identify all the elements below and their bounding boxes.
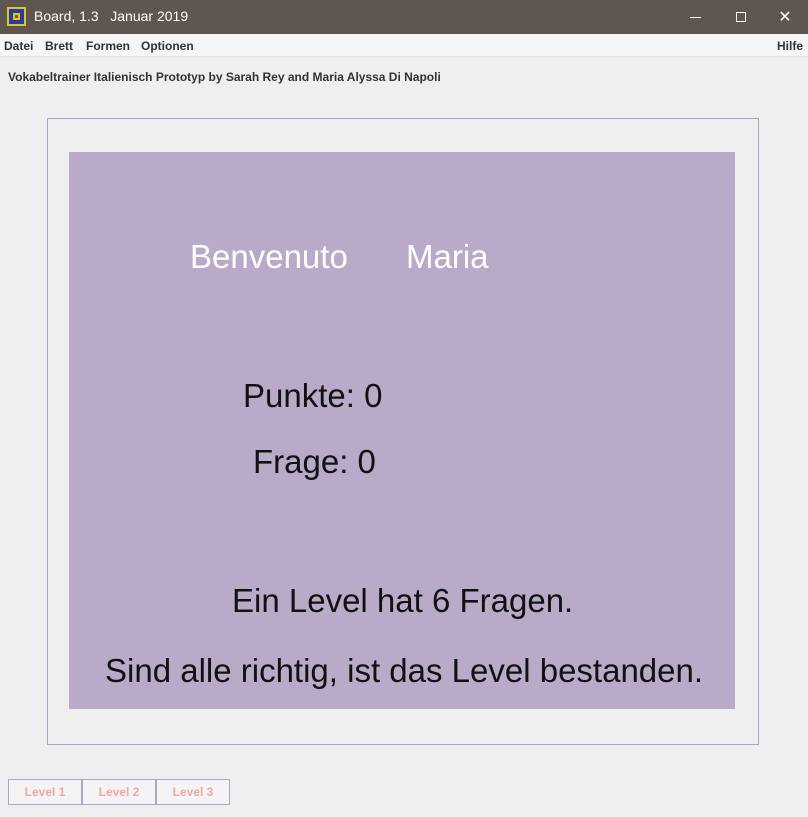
level-2-button[interactable]: Level 2 (82, 779, 156, 805)
board-canvas (69, 152, 735, 709)
menu-optionen[interactable]: Optionen (141, 39, 194, 53)
menu-datei[interactable]: Datei (4, 39, 33, 53)
app-icon-dot (15, 15, 18, 18)
app-subtitle: Vokabeltrainer Italienisch Prototyp by S… (8, 70, 441, 84)
title-bar: Board, 1.3 Januar 2019 ✕ (0, 0, 808, 34)
welcome-user-name: Maria (406, 238, 489, 275)
maximize-button[interactable] (718, 0, 764, 34)
menu-brett[interactable]: Brett (45, 39, 73, 53)
board-app-icon[interactable] (7, 7, 26, 26)
minimize-button[interactable] (672, 0, 718, 34)
close-icon: ✕ (778, 9, 792, 26)
menu-bar: Datei Brett Formen Optionen Hilfe (0, 34, 808, 57)
close-button[interactable]: ✕ (762, 0, 808, 34)
info-level-questions: Ein Level hat 6 Fragen. (232, 582, 574, 619)
maximize-icon (736, 12, 746, 22)
window-title: Board, 1.3 Januar 2019 (34, 8, 189, 24)
level-1-button[interactable]: Level 1 (8, 779, 82, 805)
info-level-passed: Sind alle richtig, ist das Level bestand… (105, 652, 704, 689)
welcome-greeting: Benvenuto (190, 238, 348, 275)
menu-formen[interactable]: Formen (86, 39, 130, 53)
points-label: Punkte: 0 (243, 377, 383, 414)
question-label: Frage: 0 (253, 443, 376, 480)
level-3-button[interactable]: Level 3 (156, 779, 230, 805)
minimize-icon (689, 16, 701, 18)
menu-hilfe[interactable]: Hilfe (777, 39, 803, 53)
